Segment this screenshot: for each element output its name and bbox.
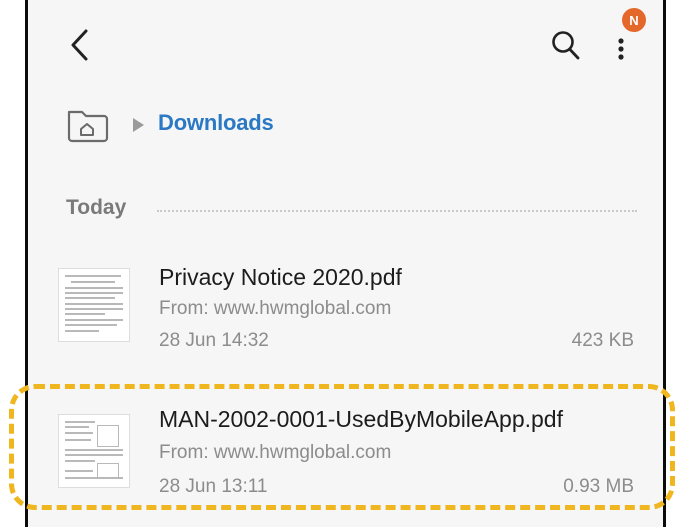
pdf-thumbnail-icon (58, 268, 130, 342)
section-divider (157, 210, 637, 212)
right-margin (666, 0, 691, 527)
pdf-thumbnail-icon (58, 414, 130, 488)
breadcrumb-separator-icon (133, 118, 144, 132)
file-date: 28 Jun 13:11 (159, 476, 268, 497)
file-date: 28 Jun 14:32 (159, 330, 269, 351)
chevron-left-icon (71, 29, 88, 61)
notification-badge: N (622, 8, 646, 32)
app-frame: N Downloads Today Privacy Notice 2020.pd… (0, 0, 691, 527)
home-folder-button[interactable] (64, 106, 110, 144)
file-name: Privacy Notice 2020.pdf (159, 264, 402, 290)
search-button[interactable] (550, 28, 582, 62)
file-size: 423 KB (571, 330, 634, 351)
file-size: 0.93 MB (563, 476, 634, 497)
file-source: From: www.hwmglobal.com (159, 442, 392, 463)
file-name: MAN-2002-0001-UsedByMobileApp.pdf (159, 406, 563, 432)
screen-border-right (663, 0, 666, 527)
home-folder-icon (67, 110, 109, 143)
left-margin (0, 0, 25, 527)
back-button[interactable] (66, 26, 94, 64)
breadcrumb-downloads[interactable]: Downloads (158, 110, 274, 136)
section-title-today: Today (66, 196, 127, 219)
file-source: From: www.hwmglobal.com (159, 298, 392, 319)
file-list-item[interactable]: Privacy Notice 2020.pdf From: www.hwmglo… (28, 252, 662, 362)
search-icon (552, 31, 580, 60)
file-list-item[interactable]: MAN-2002-0001-UsedByMobileApp.pdf From: … (28, 388, 662, 498)
